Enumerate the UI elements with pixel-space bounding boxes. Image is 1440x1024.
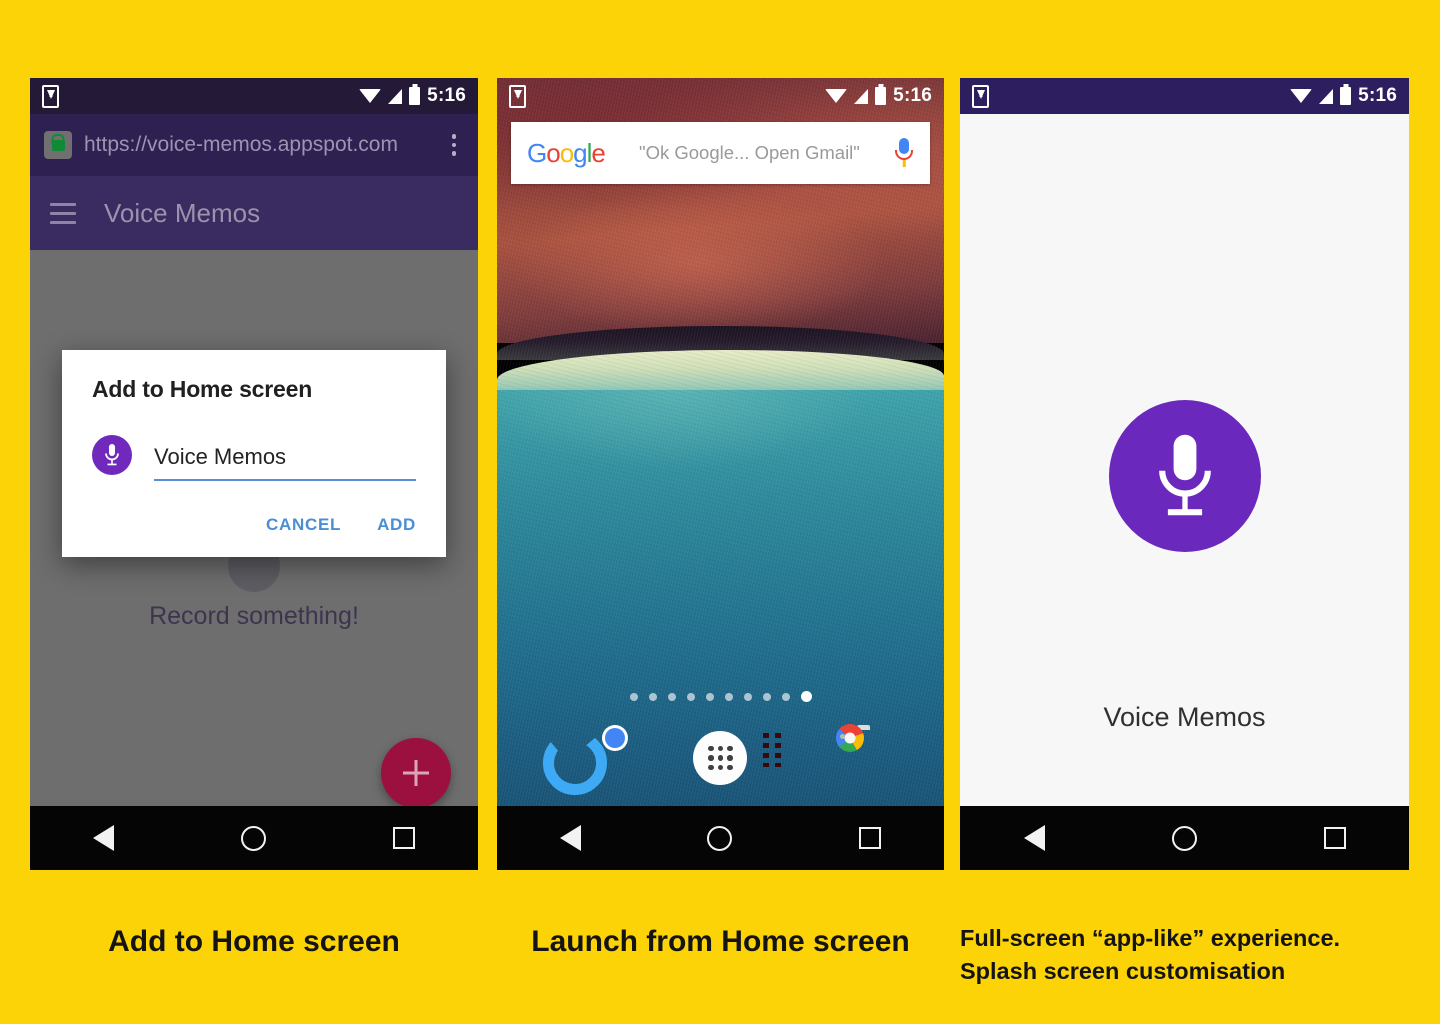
lock-icon	[44, 131, 72, 159]
splash-screen: Voice Memos	[960, 114, 1409, 806]
status-bar: 5:16	[30, 78, 478, 114]
download-icon	[509, 84, 526, 108]
phone-icon[interactable]	[535, 729, 593, 787]
download-icon	[42, 84, 59, 108]
search-hint-text: "Ok Google... Open Gmail"	[639, 142, 860, 163]
app-bar-title: Voice Memos	[104, 197, 261, 228]
battery-icon	[1340, 87, 1352, 105]
cell-signal-icon	[1319, 88, 1334, 104]
add-recording-fab[interactable]	[381, 738, 451, 808]
navigation-bar	[497, 806, 944, 870]
page-dot[interactable]	[667, 692, 676, 701]
add-button[interactable]: ADD	[377, 515, 416, 535]
page-dot[interactable]	[762, 692, 771, 701]
recents-icon[interactable]	[1323, 827, 1346, 849]
page-dot[interactable]	[781, 692, 790, 701]
wifi-icon	[825, 89, 848, 103]
back-icon[interactable]	[1023, 825, 1045, 851]
page-dot[interactable]	[648, 692, 657, 701]
chrome-icon[interactable]	[613, 729, 671, 787]
home-dock	[497, 718, 944, 798]
status-bar-right: 5:16	[825, 85, 932, 107]
caption-launch-from-home-screen: Launch from Home screen	[531, 925, 910, 958]
status-bar-clock: 5:16	[1358, 85, 1397, 106]
browser-url-bar[interactable]: https://voice-memos.appspot.com	[30, 114, 478, 176]
navigation-bar	[960, 806, 1409, 870]
dialog-input-row: Voice Memos	[92, 435, 416, 481]
microphone-icon	[92, 435, 132, 475]
status-bar-right: 5:16	[359, 85, 466, 107]
phone-screenshot-splash-screen: Voice Memos 5:16	[960, 78, 1409, 870]
battery-icon	[409, 87, 421, 105]
app-drawer-icon[interactable]	[691, 729, 749, 787]
page-dot[interactable]	[724, 692, 733, 701]
phone-screenshot-launch-from-home: 5:16 Google "Ok Google... Open Gmail" Vo…	[497, 78, 944, 870]
dialog-title: Add to Home screen	[92, 376, 313, 402]
shortcut-name-field[interactable]: Voice Memos	[154, 444, 416, 481]
url-text[interactable]: https://voice-memos.appspot.com	[84, 133, 444, 157]
status-bar-left	[509, 84, 526, 108]
plus-icon	[403, 760, 429, 786]
status-bar-clock: 5:16	[893, 85, 932, 106]
cancel-button[interactable]: CANCEL	[266, 515, 341, 535]
recents-icon[interactable]	[392, 827, 415, 849]
battery-icon	[875, 87, 887, 105]
caption-line-1: Full-screen “app-like” experience.	[960, 925, 1341, 951]
camera-icon[interactable]	[835, 723, 906, 787]
home-icon[interactable]	[240, 825, 266, 851]
status-bar-left	[42, 84, 59, 108]
download-icon	[972, 84, 989, 108]
google-search-widget[interactable]: Google "Ok Google... Open Gmail"	[511, 122, 930, 184]
wifi-icon	[1290, 89, 1313, 103]
home-icon[interactable]	[707, 825, 733, 851]
splash-microphone-icon	[1108, 400, 1261, 552]
shortcut-name-input[interactable]: Voice Memos	[154, 444, 416, 481]
home-page-indicator[interactable]	[497, 691, 944, 702]
status-bar-clock: 5:16	[427, 85, 466, 106]
add-to-home-screen-dialog: Add to Home screen Voice Memos CANCEL AD…	[62, 350, 446, 557]
page-dot-active[interactable]	[800, 691, 812, 702]
phone-screenshot-add-to-home: Record something! 5:16 https://voice-mem…	[30, 78, 478, 870]
cell-signal-icon	[854, 88, 869, 104]
page-dot[interactable]	[629, 692, 638, 701]
status-bar-left	[972, 84, 989, 108]
hamburger-icon[interactable]	[50, 202, 76, 224]
caption-full-screen-experience: Full-screen “app-like” experience. Splas…	[960, 922, 1420, 989]
recents-icon[interactable]	[858, 827, 881, 849]
status-bar: 5:16	[497, 78, 944, 114]
splash-app-name: Voice Memos	[1103, 702, 1266, 732]
page-dot[interactable]	[705, 692, 714, 701]
back-icon[interactable]	[560, 825, 582, 851]
page-dot[interactable]	[743, 692, 752, 701]
page-dot[interactable]	[686, 692, 695, 701]
status-bar-right: 5:16	[1290, 85, 1397, 107]
google-mic-icon[interactable]	[894, 138, 914, 168]
google-logo: Google	[527, 137, 606, 168]
navigation-bar	[30, 806, 478, 870]
app-bar: Voice Memos	[30, 176, 478, 250]
status-bar: 5:16	[960, 78, 1409, 114]
caption-line-2: Splash screen customisation	[960, 958, 1286, 985]
kebab-menu-icon[interactable]	[444, 134, 464, 156]
play-movies-icon[interactable]	[770, 729, 828, 787]
cell-signal-icon	[388, 88, 403, 104]
back-icon[interactable]	[93, 825, 115, 851]
wifi-icon	[359, 89, 382, 103]
empty-state-text: Record something!	[149, 602, 359, 630]
dialog-actions: CANCEL ADD	[92, 515, 416, 543]
home-icon[interactable]	[1171, 825, 1197, 851]
caption-add-to-home-screen: Add to Home screen	[108, 925, 400, 958]
